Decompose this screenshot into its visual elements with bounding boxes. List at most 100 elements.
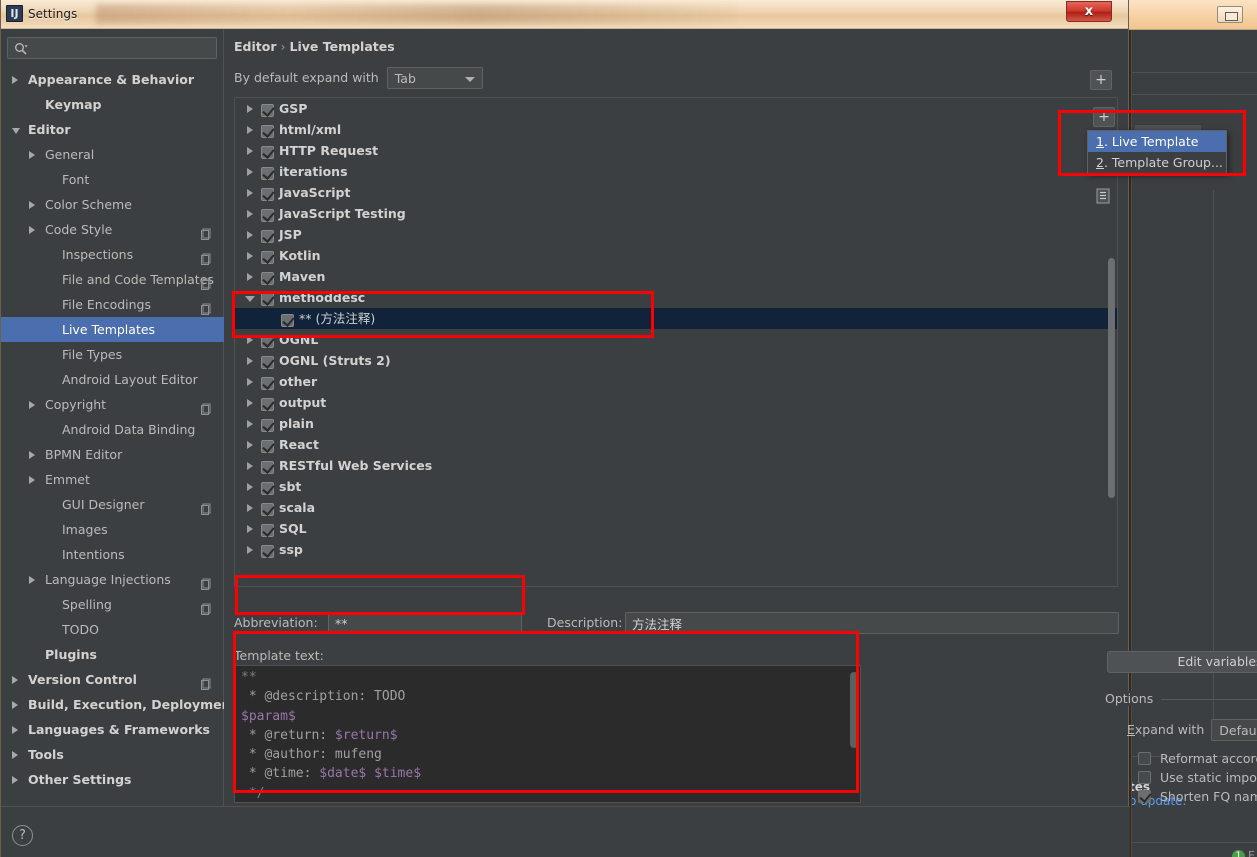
chevron-right-icon[interactable] (247, 462, 253, 470)
copy-settings-icon[interactable] (201, 223, 212, 240)
default-expand-combo[interactable]: Tab (386, 67, 483, 89)
chevron-right-icon[interactable] (247, 420, 253, 428)
add-menu-item[interactable]: 1. Live Template (1088, 131, 1226, 152)
chevron-right-icon[interactable] (247, 168, 253, 176)
edit-variables-button[interactable]: Edit variables (1107, 651, 1257, 673)
chevron-right-icon[interactable] (29, 476, 35, 484)
add-template-plus-button[interactable]: + (1093, 107, 1115, 127)
sidebar-item-plugins[interactable]: Plugins (1, 642, 224, 667)
template-group-row[interactable]: GSP (235, 98, 1117, 119)
add-template-button[interactable]: + (1090, 70, 1112, 90)
sidebar-item-appearance-behavior[interactable]: Appearance & Behavior (1, 67, 224, 92)
sidebar-item-copyright[interactable]: Copyright (1, 392, 224, 417)
abbreviation-input[interactable] (328, 612, 522, 634)
sidebar-item-color-scheme[interactable]: Color Scheme (1, 192, 224, 217)
chevron-right-icon[interactable] (29, 451, 35, 459)
chevron-right-icon[interactable] (247, 231, 253, 239)
sidebar-item-tools[interactable]: Tools (1, 742, 224, 767)
chevron-right-icon[interactable] (247, 210, 253, 218)
option-checkbox[interactable] (1138, 771, 1151, 784)
chevron-right-icon[interactable] (29, 151, 35, 159)
chevron-down-icon[interactable] (245, 296, 255, 306)
template-group-row[interactable]: Kotlin (235, 245, 1117, 266)
template-text-editor[interactable]: ** * @description: TODO $param$ * @return… (234, 665, 861, 803)
copy-settings-icon[interactable] (201, 598, 212, 615)
chevron-right-icon[interactable] (29, 226, 35, 234)
sidebar-item-gui-designer[interactable]: GUI Designer (1, 492, 224, 517)
sidebar-item-build-execution-deployment[interactable]: Build, Execution, Deployment (1, 692, 224, 717)
sidebar-item-file-types[interactable]: File Types (1, 342, 224, 367)
chevron-right-icon[interactable] (12, 776, 18, 784)
add-menu-item[interactable]: 2. Template Group... (1088, 152, 1226, 173)
sidebar-item-intentions[interactable]: Intentions (1, 542, 224, 567)
option-checkbox-row[interactable]: Use static import if possible (1138, 768, 1257, 787)
ide-event-log[interactable]: 1E (1232, 849, 1255, 857)
sidebar-item-editor[interactable]: Editor (1, 117, 224, 142)
option-checkbox[interactable] (1138, 790, 1151, 803)
chevron-down-icon[interactable] (12, 128, 20, 138)
chevron-right-icon[interactable] (29, 201, 35, 209)
template-group-row[interactable]: React (235, 434, 1117, 455)
template-group-row[interactable]: html/xml (235, 119, 1117, 140)
expand-with-combo[interactable]: Default (Tab) (1211, 719, 1257, 741)
option-checkbox[interactable] (1138, 752, 1151, 765)
copy-settings-icon[interactable] (201, 273, 212, 290)
copy-settings-icon[interactable] (201, 673, 212, 690)
settings-category-tree[interactable]: Appearance & Behavior Keymap Editor General… (1, 67, 224, 802)
sidebar-item-code-style[interactable]: Code Style (1, 217, 224, 242)
sidebar-item-keymap[interactable]: Keymap (1, 92, 224, 117)
chevron-right-icon[interactable] (12, 751, 18, 759)
chevron-right-icon[interactable] (12, 701, 18, 709)
template-enabled-checkbox[interactable] (261, 543, 274, 564)
sidebar-item-spelling[interactable]: Spelling (1, 592, 224, 617)
template-group-row[interactable]: ssp (235, 539, 1117, 560)
template-group-row[interactable]: sbt (235, 476, 1117, 497)
sidebar-item-inspections[interactable]: Inspections (1, 242, 224, 267)
ide-minimize-button[interactable] (1217, 6, 1243, 23)
dialog-title-bar[interactable]: IJ Settings x (1, 0, 1128, 29)
chevron-right-icon[interactable] (247, 504, 253, 512)
copy-settings-icon[interactable] (201, 298, 212, 315)
templates-scrollbar-thumb[interactable] (1108, 258, 1115, 498)
chevron-right-icon[interactable] (12, 726, 18, 734)
chevron-right-icon[interactable] (12, 676, 18, 684)
duplicate-template-icon[interactable] (1094, 187, 1112, 205)
copy-settings-icon[interactable] (201, 498, 212, 515)
template-group-row[interactable]: HTTP Request (235, 140, 1117, 161)
sidebar-item-file-encodings[interactable]: File Encodings (1, 292, 224, 317)
help-icon[interactable]: ? (12, 825, 33, 846)
copy-settings-icon[interactable] (201, 398, 212, 415)
copy-settings-icon[interactable] (201, 573, 212, 590)
chevron-right-icon[interactable] (247, 336, 253, 344)
chevron-right-icon[interactable] (29, 576, 35, 584)
chevron-right-icon[interactable] (12, 76, 18, 84)
copy-settings-icon[interactable] (201, 248, 212, 265)
template-group-row[interactable]: RESTful Web Services (235, 455, 1117, 476)
templates-list[interactable]: GSP html/xml HTTP Request iterations JavaScr… (234, 97, 1118, 587)
chevron-right-icon[interactable] (247, 441, 253, 449)
chevron-right-icon[interactable] (247, 483, 253, 491)
sidebar-item-todo[interactable]: TODO (1, 617, 224, 642)
sidebar-item-emmet[interactable]: Emmet (1, 467, 224, 492)
template-group-row[interactable]: JSP (235, 224, 1117, 245)
template-group-row[interactable]: JavaScript Testing (235, 203, 1117, 224)
option-checkbox-row[interactable]: Reformat according to style (1138, 749, 1257, 768)
description-input[interactable] (625, 612, 1119, 634)
sidebar-item-images[interactable]: Images (1, 517, 224, 542)
chevron-right-icon[interactable] (247, 525, 253, 533)
breadcrumb-root[interactable]: Editor (234, 39, 277, 54)
template-group-row[interactable]: iterations (235, 161, 1117, 182)
chevron-right-icon[interactable] (247, 189, 253, 197)
option-checkbox-row[interactable]: Shorten FQ names (1138, 787, 1257, 806)
template-group-row[interactable]: OGNL (Struts 2) (235, 350, 1117, 371)
sidebar-item-bpmn-editor[interactable]: BPMN Editor (1, 442, 224, 467)
chevron-right-icon[interactable] (247, 252, 253, 260)
chevron-right-icon[interactable] (247, 105, 253, 113)
chevron-right-icon[interactable] (247, 273, 253, 281)
template-group-row[interactable]: other (235, 371, 1117, 392)
template-group-row[interactable]: JavaScript (235, 182, 1117, 203)
template-group-row[interactable]: output (235, 392, 1117, 413)
sidebar-item-version-control[interactable]: Version Control (1, 667, 224, 692)
close-icon[interactable]: x (1066, 1, 1112, 22)
sidebar-item-languages-frameworks[interactable]: Languages & Frameworks (1, 717, 224, 742)
